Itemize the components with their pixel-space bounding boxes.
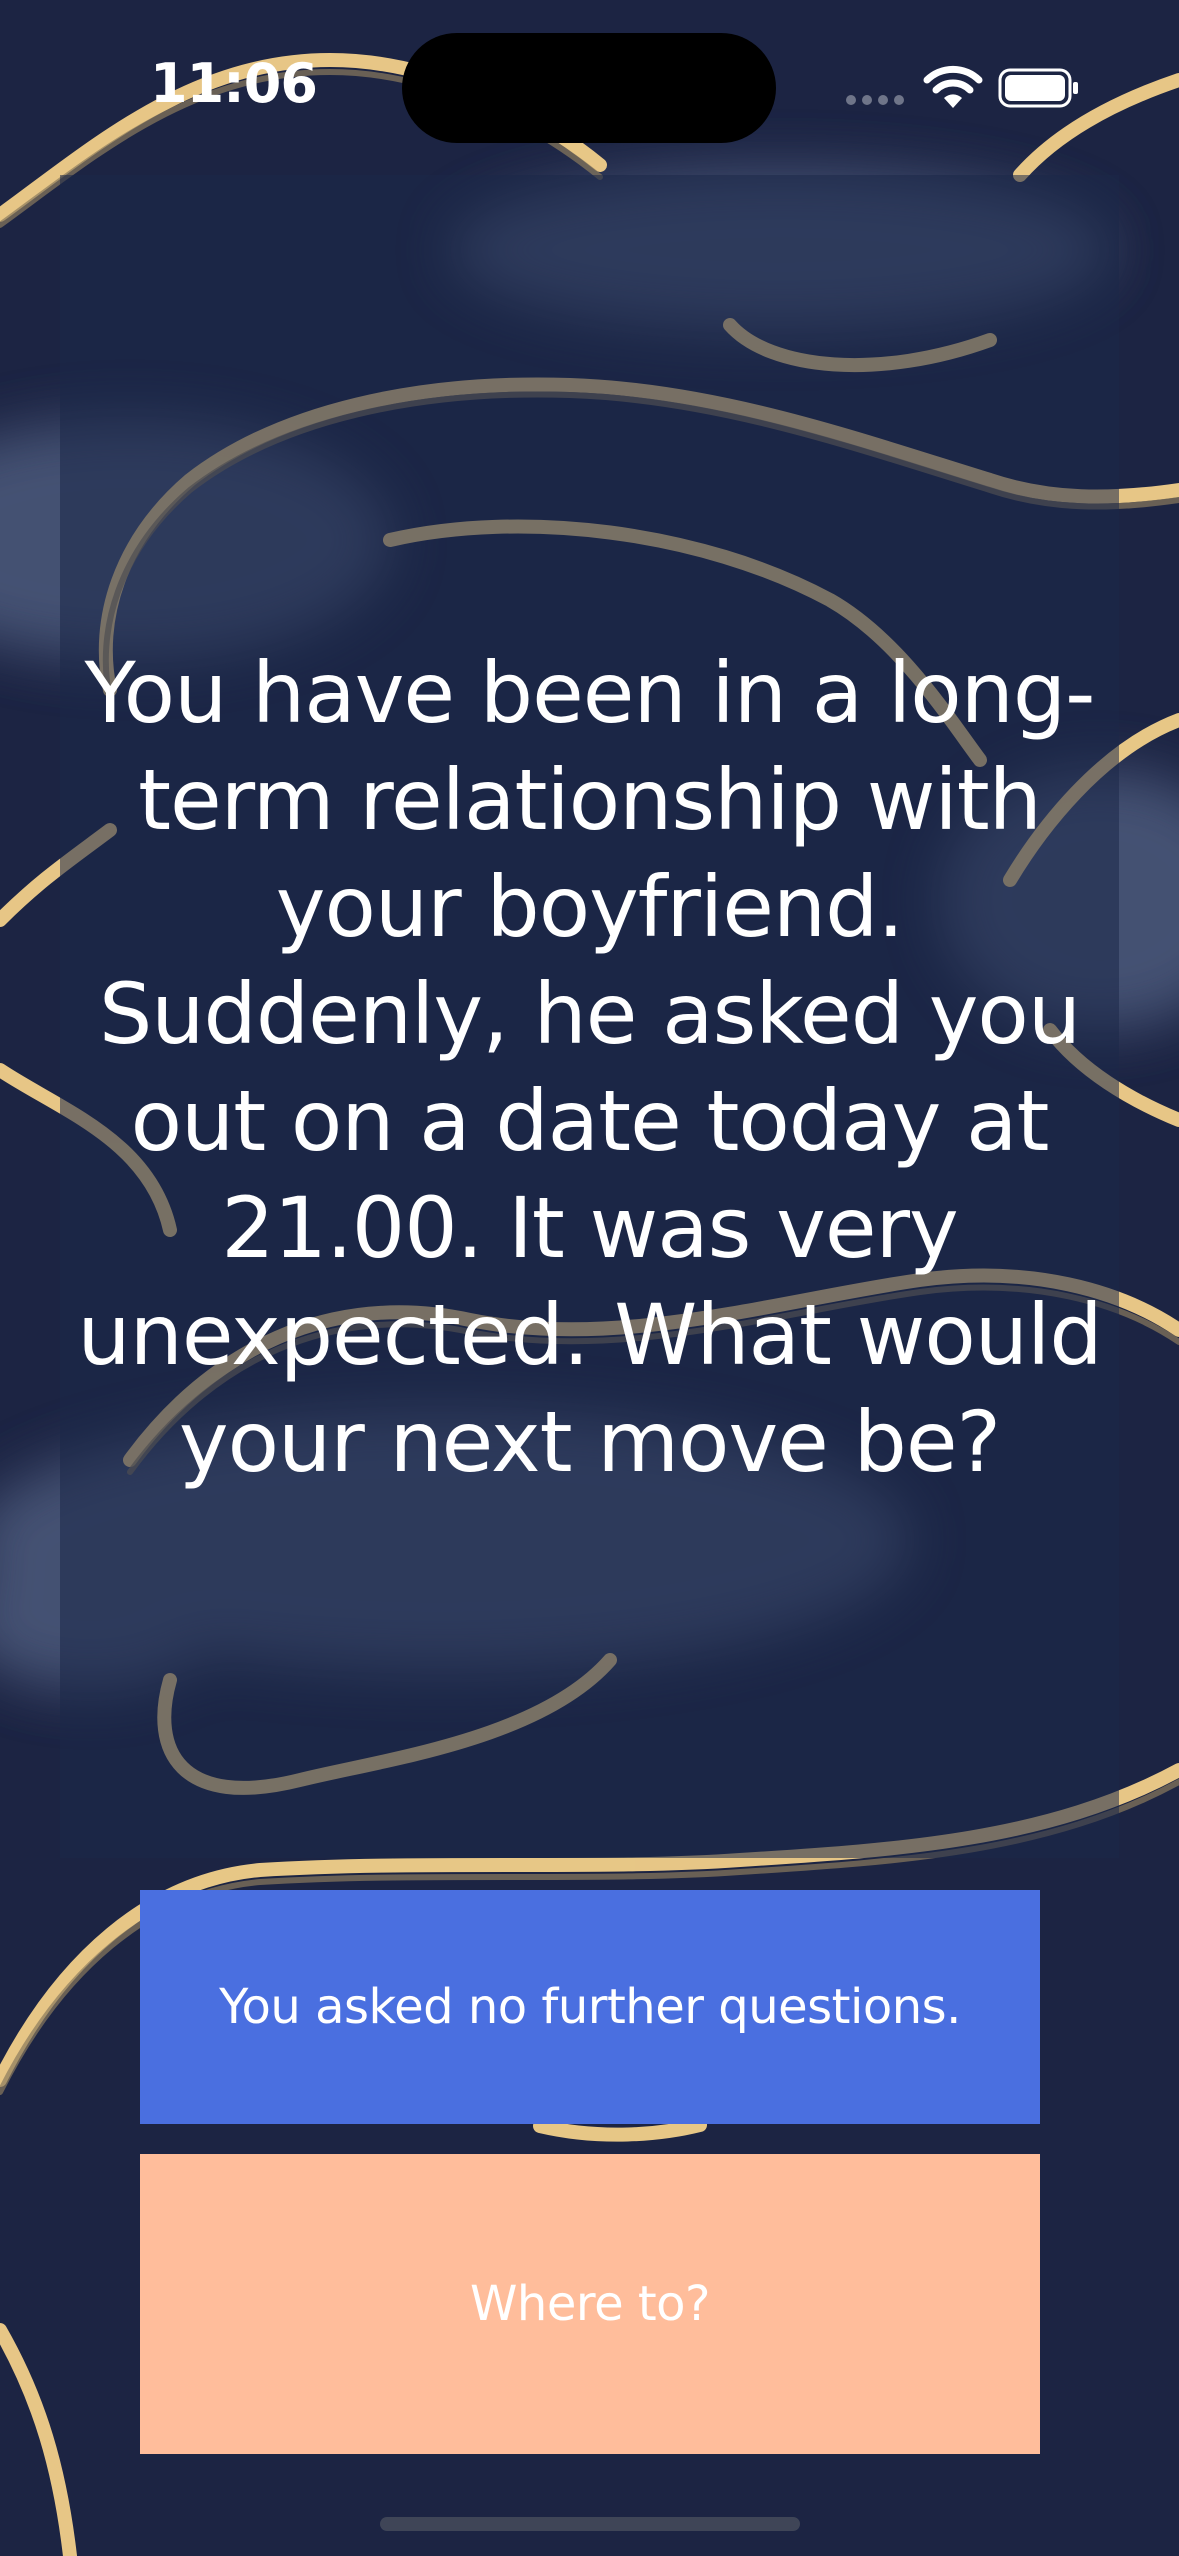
answer-button-no-questions[interactable]: You asked no further questions. [140,1890,1040,2124]
cellular-signal-icon [846,95,904,105]
status-bar: 11:06 [0,0,1179,170]
dynamic-island [402,33,776,143]
answer-button-where-to[interactable]: Where to? [140,2154,1040,2454]
battery-icon [998,68,1078,108]
app-screen: 11:06 You have been in a long-term relat… [0,0,1179,2556]
status-time: 11:06 [150,52,318,115]
wifi-icon [923,65,983,108]
home-indicator[interactable] [380,2517,800,2531]
scenario-question: You have been in a long-term relationshi… [77,644,1102,1491]
